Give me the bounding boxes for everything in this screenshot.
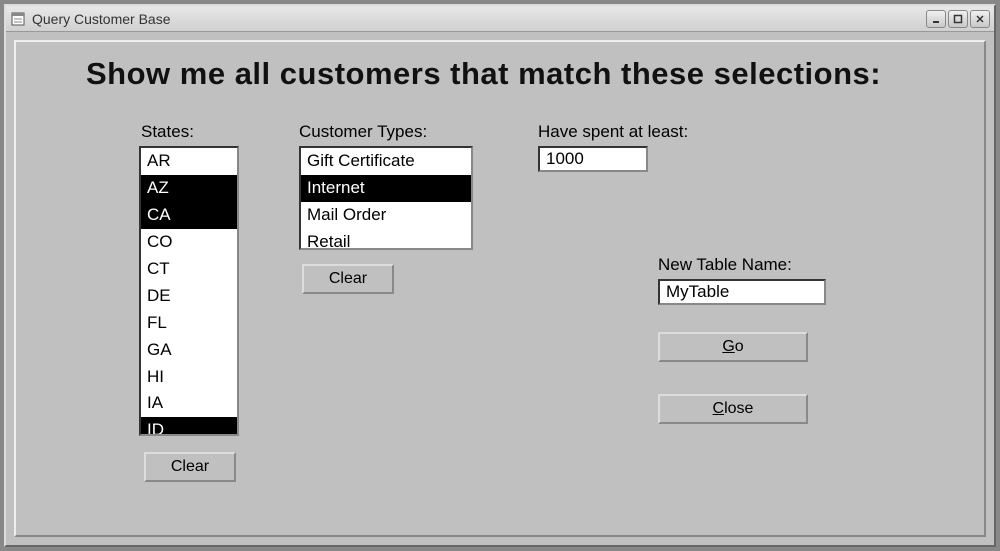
list-item[interactable]: Mail Order	[301, 202, 471, 229]
spent-label: Have spent at least:	[538, 122, 688, 142]
list-item[interactable]: Internet	[301, 175, 471, 202]
minimize-button[interactable]	[926, 10, 946, 28]
list-item[interactable]: CO	[141, 229, 237, 256]
list-item[interactable]: IA	[141, 390, 237, 417]
customer-types-label: Customer Types:	[299, 122, 427, 142]
dialog-window: Query Customer Base Show me all customer…	[4, 4, 996, 547]
page-heading: Show me all customers that match these s…	[86, 56, 881, 92]
states-listbox[interactable]: ARAZCACOCTDEFLGAHIIAID	[139, 146, 239, 436]
states-label: States:	[141, 122, 194, 142]
list-item[interactable]: CA	[141, 202, 237, 229]
maximize-button[interactable]	[948, 10, 968, 28]
window-title: Query Customer Base	[32, 11, 926, 27]
go-button[interactable]: Go	[658, 332, 808, 362]
list-item[interactable]: ID	[141, 417, 237, 436]
clear-states-button[interactable]: Clear	[144, 452, 236, 482]
titlebar[interactable]: Query Customer Base	[6, 6, 994, 32]
list-item[interactable]: DE	[141, 283, 237, 310]
new-table-input[interactable]	[658, 279, 826, 305]
form-icon	[10, 11, 26, 27]
clear-types-button[interactable]: Clear	[302, 264, 394, 294]
list-item[interactable]: HI	[141, 364, 237, 391]
list-item[interactable]: Gift Certificate	[301, 148, 471, 175]
client-area: Show me all customers that match these s…	[6, 32, 994, 545]
close-button[interactable]: Close	[658, 394, 808, 424]
list-item[interactable]: FL	[141, 310, 237, 337]
customer-types-listbox[interactable]: Gift CertificateInternetMail OrderRetail	[299, 146, 473, 250]
list-item[interactable]: Retail	[301, 229, 471, 250]
form-panel: Show me all customers that match these s…	[14, 40, 986, 537]
list-item[interactable]: AZ	[141, 175, 237, 202]
window-controls	[926, 10, 990, 28]
list-item[interactable]: AR	[141, 148, 237, 175]
spent-input[interactable]	[538, 146, 648, 172]
list-item[interactable]: CT	[141, 256, 237, 283]
list-item[interactable]: GA	[141, 337, 237, 364]
new-table-label: New Table Name:	[658, 255, 792, 275]
close-window-button[interactable]	[970, 10, 990, 28]
